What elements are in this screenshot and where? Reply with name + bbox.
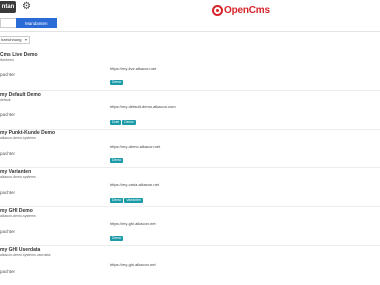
badge: Demo: [110, 158, 124, 163]
row-divider: [0, 206, 380, 207]
site-row-5[interactable]: my GHI Demo alkacon-demo.systems: [0, 208, 380, 218]
badge-group: Demo: [110, 236, 124, 241]
sort-select-value: hzeichnung: [1, 37, 22, 42]
site-row-2[interactable]: my Default Demo default: [0, 92, 380, 102]
row-divider: [0, 90, 380, 91]
badge: Dole: [110, 120, 122, 125]
site-row-4[interactable]: my Varianten alkacon-demo.systems: [0, 169, 380, 179]
site-row-1[interactable]: Cms Live Demo livedemo: [0, 52, 380, 62]
site-subtitle: livedemo: [0, 58, 15, 62]
site-url[interactable]: https://my-demo.alkacon.net: [110, 144, 160, 149]
site-subtitle: alkacon-demo.systems.userdata: [0, 253, 51, 257]
badge: Demo: [110, 80, 124, 85]
site-subtitle: alkacon-demo.systems: [0, 136, 36, 140]
site-url[interactable]: https://my-varia.alkacon.net: [110, 182, 159, 187]
app-menu-button[interactable]: ntan: [0, 1, 16, 13]
sort-select[interactable]: hzeichnung ▾: [0, 36, 30, 44]
divider: [0, 31, 380, 32]
chevron-down-icon: ▾: [24, 37, 27, 42]
badge-group: Demo Varianten: [110, 198, 144, 203]
tab-first[interactable]: [0, 18, 16, 28]
site-label: pachter: [0, 112, 16, 117]
site-row-6[interactable]: my GHI Userdata alkacon-demo.systems.use…: [0, 247, 380, 257]
badge: Varianten: [124, 198, 144, 203]
site-label: pachter: [0, 151, 16, 156]
badge-group: Demo: [110, 80, 124, 85]
site-subtitle: default: [0, 98, 11, 102]
badge: Demo: [110, 236, 124, 241]
site-label: pachter: [0, 190, 16, 195]
tab-mandanten[interactable]: Mandanten: [16, 18, 57, 28]
badge-group: Demo: [110, 158, 124, 163]
site-url[interactable]: https://my-ghi.alkacon.net: [110, 262, 156, 267]
row-divider: [0, 245, 380, 246]
gear-icon[interactable]: ⚙: [22, 2, 32, 12]
badge: Demo: [122, 120, 136, 125]
site-url[interactable]: https://my-ghi.alkacon.net: [110, 221, 156, 226]
opencms-logo: OpenCms: [212, 3, 270, 17]
logo-text: OpenCms: [224, 4, 270, 16]
site-subtitle: alkacon-demo.systems: [0, 214, 36, 218]
badge: Demo: [110, 198, 124, 203]
site-label: pachter: [0, 229, 16, 234]
top-bar: ntan ⚙ OpenCms: [0, 0, 380, 16]
site-label: pachter: [0, 269, 16, 274]
site-subtitle: alkacon-demo.systems: [0, 175, 36, 179]
row-divider: [0, 167, 380, 168]
opencms-logo-mark-icon: [212, 4, 223, 16]
site-row-3[interactable]: my Punkt-Kunde Demo alkacon-demo.systems: [0, 130, 380, 140]
site-url[interactable]: https://my-default-demo.alkacon.com: [110, 104, 176, 109]
badge-group: Dole Demo: [110, 120, 136, 125]
site-url[interactable]: https://my-live.alkacon.net: [110, 66, 156, 71]
tab-bar: Mandanten: [0, 18, 57, 28]
site-label: pachter: [0, 72, 16, 77]
